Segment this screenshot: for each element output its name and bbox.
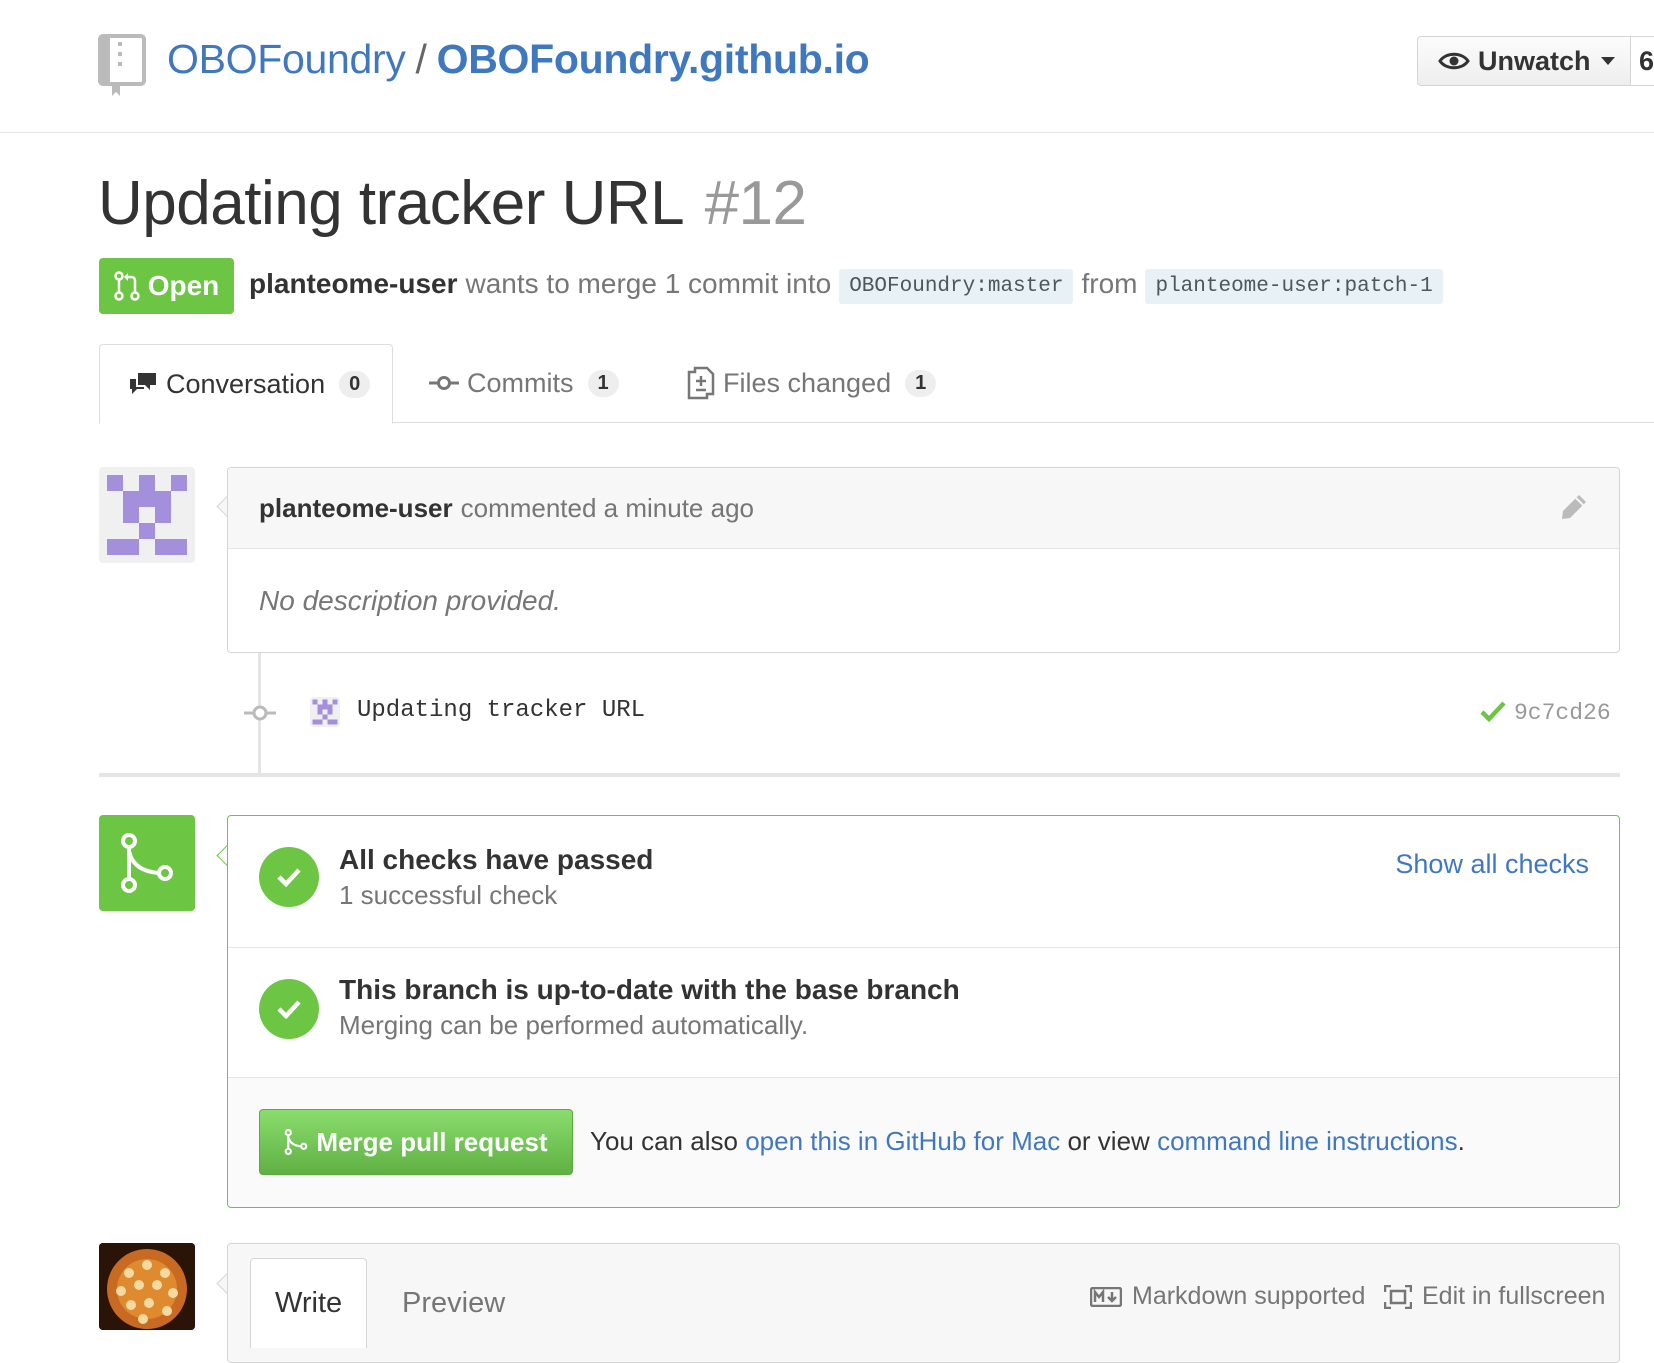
comment-discussion-icon	[130, 373, 156, 394]
command-line-instructions-link[interactable]: command line instructions	[1157, 1126, 1458, 1156]
merge-alt-prefix: You can also	[590, 1126, 738, 1156]
pr-tabs: Conversation 0 Commits 1 Files changed 1	[99, 344, 1654, 424]
checks-title: All checks have passed	[339, 844, 654, 875]
repo-icon	[98, 34, 146, 96]
chevron-down-icon	[1600, 57, 1615, 65]
current-user-avatar[interactable]	[99, 1243, 195, 1330]
check-circle-icon	[259, 847, 319, 907]
merge-text: wants to merge 1 commit into	[465, 267, 832, 299]
unwatch-button[interactable]: Unwatch	[1417, 36, 1631, 86]
git-pull-request-icon	[113, 271, 140, 301]
markdown-supported-label: Markdown supported	[1132, 1282, 1366, 1310]
pr-number: #12	[704, 169, 807, 238]
unwatch-label: Unwatch	[1478, 45, 1591, 76]
comment-timestamp[interactable]: commented a minute ago	[461, 493, 754, 524]
tab-commits-count: 1	[587, 369, 619, 397]
git-commit-icon	[244, 705, 276, 721]
tab-preview[interactable]: Preview	[378, 1258, 529, 1348]
edit-fullscreen-link[interactable]: Edit in fullscreen	[1384, 1282, 1605, 1311]
pencil-icon[interactable]	[1559, 492, 1589, 522]
git-merge-icon	[99, 815, 195, 911]
timeline-divider	[99, 773, 1620, 777]
open-in-github-for-mac-link[interactable]: open this in GitHub for Mac	[745, 1126, 1060, 1156]
edit-fullscreen-label: Edit in fullscreen	[1422, 1282, 1606, 1310]
tab-files-changed-count: 1	[905, 369, 937, 397]
pr-author-link[interactable]: planteome-user	[249, 268, 458, 300]
page-title: Updating tracker URL #12	[98, 168, 807, 239]
repo-owner-link[interactable]: OBOFoundry	[167, 36, 406, 82]
merge-pull-request-button[interactable]: Merge pull request	[259, 1109, 573, 1175]
comment-form: Write Preview Markdown supported Edit in…	[227, 1243, 1620, 1363]
from-text: from	[1081, 267, 1138, 299]
git-commit-icon	[429, 376, 459, 390]
merge-alt-mid: or view	[1067, 1126, 1150, 1156]
file-diff-icon	[687, 366, 715, 400]
tab-files-changed[interactable]: Files changed 1	[687, 344, 937, 422]
tab-conversation-count: 0	[339, 370, 371, 398]
watchers-count[interactable]: 6	[1631, 36, 1654, 86]
branch-status-subtitle: Merging can be performed automatically.	[339, 1010, 809, 1040]
comment-body: No description provided.	[259, 585, 561, 616]
commit-message-link[interactable]: Updating tracker URL	[357, 697, 645, 724]
merge-box: All checks have passed 1 successful chec…	[227, 815, 1620, 1208]
tab-commits-label: Commits	[467, 367, 574, 398]
git-merge-icon	[285, 1128, 308, 1156]
tab-conversation-label: Conversation	[166, 368, 326, 399]
pr-meta: planteome-user wants to merge 1 commit i…	[249, 266, 1451, 304]
status-label: Open	[147, 270, 220, 301]
commit-sha-link[interactable]: 9c7cd26	[1514, 700, 1611, 726]
branch-status-title: This branch is up-to-date with the base …	[339, 974, 960, 1005]
status-badge: Open	[99, 258, 234, 314]
base-branch: OBOFoundry:master	[839, 269, 1074, 304]
show-all-checks-link[interactable]: Show all checks	[1395, 849, 1589, 880]
commit-author-avatar[interactable]	[310, 697, 340, 727]
markdown-icon	[1090, 1286, 1122, 1307]
screen-full-icon	[1384, 1284, 1412, 1309]
checks-subtitle: 1 successful check	[339, 880, 558, 910]
head-branch-owner: planteome-user	[1155, 275, 1332, 298]
comment-box: planteome-user commented a minute ago No…	[227, 467, 1620, 653]
repo-name-link[interactable]: OBOFoundry.github.io	[437, 36, 870, 82]
tab-conversation[interactable]: Conversation 0	[99, 344, 393, 424]
head-branch: planteome-user:patch-1	[1145, 269, 1443, 304]
check-circle-icon	[259, 979, 319, 1039]
repo-separator: /	[415, 36, 427, 82]
markdown-supported-link[interactable]: Markdown supported	[1090, 1282, 1365, 1311]
repo-header: OBOFoundry / OBOFoundry.github.io Unwatch …	[0, 0, 1654, 133]
tab-commits[interactable]: Commits 1	[429, 344, 619, 422]
checks-section: All checks have passed 1 successful chec…	[228, 816, 1619, 948]
tab-files-changed-label: Files changed	[723, 367, 892, 398]
merge-action-section: Merge pull request You can also open thi…	[228, 1078, 1619, 1207]
base-branch-owner: OBOFoundry	[849, 275, 976, 298]
base-branch-name: master	[987, 275, 1064, 298]
pr-title-text: Updating tracker URL	[98, 169, 682, 238]
eye-icon	[1438, 52, 1470, 70]
check-icon[interactable]	[1480, 700, 1506, 722]
avatar[interactable]	[99, 467, 195, 563]
branch-status-section: This branch is up-to-date with the base …	[228, 948, 1619, 1078]
tab-write[interactable]: Write	[250, 1258, 368, 1348]
comment-header: planteome-user commented a minute ago	[228, 468, 1619, 549]
repo-title: OBOFoundry / OBOFoundry.github.io	[167, 36, 870, 83]
head-branch-name: patch-1	[1344, 275, 1433, 298]
merge-alternatives: You can also open this in GitHub for Mac…	[590, 1126, 1465, 1157]
merge-alt-suffix: .	[1457, 1126, 1465, 1156]
comment-author-link[interactable]: planteome-user	[259, 493, 453, 524]
merge-button-label: Merge pull request	[316, 1126, 548, 1157]
